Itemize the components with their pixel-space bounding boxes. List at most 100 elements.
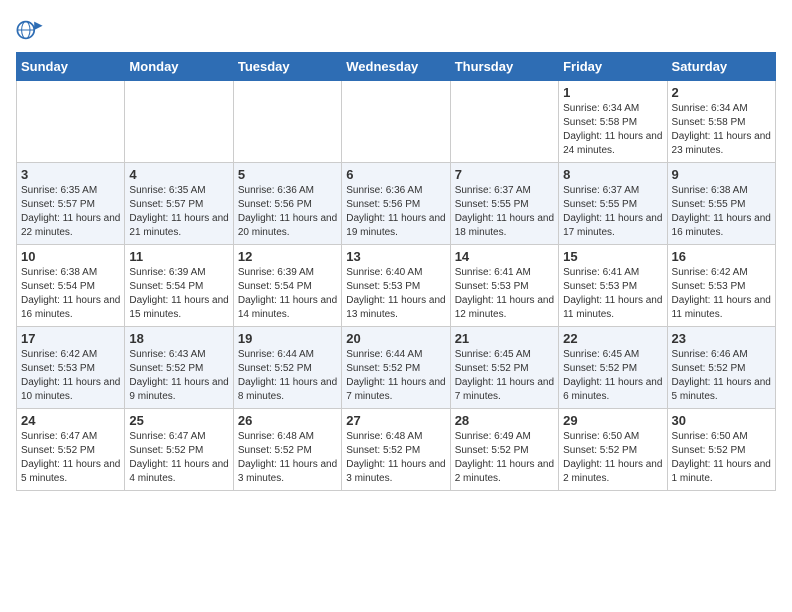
day-info: Sunrise: 6:41 AM Sunset: 5:53 PM Dayligh…: [563, 266, 662, 322]
calendar-cell: 22 Sunrise: 6:45 AM Sunset: 5:52 PM Dayli…: [559, 327, 667, 409]
day-info: Sunrise: 6:35 AM Sunset: 5:57 PM Dayligh…: [129, 184, 228, 240]
calendar-cell: 30 Sunrise: 6:50 AM Sunset: 5:52 PM Dayli…: [667, 409, 775, 491]
day-info: Sunrise: 6:39 AM Sunset: 5:54 PM Dayligh…: [129, 266, 228, 322]
day-info: Sunrise: 6:49 AM Sunset: 5:52 PM Dayligh…: [455, 430, 554, 486]
calendar-cell: 23 Sunrise: 6:46 AM Sunset: 5:52 PM Dayli…: [667, 327, 775, 409]
day-info: Sunrise: 6:37 AM Sunset: 5:55 PM Dayligh…: [455, 184, 554, 240]
calendar-cell: 11 Sunrise: 6:39 AM Sunset: 5:54 PM Dayli…: [125, 245, 233, 327]
day-number: 28: [455, 413, 554, 428]
day-info: Sunrise: 6:48 AM Sunset: 5:52 PM Dayligh…: [346, 430, 445, 486]
day-number: 18: [129, 331, 228, 346]
calendar-cell: 27 Sunrise: 6:48 AM Sunset: 5:52 PM Dayli…: [342, 409, 450, 491]
weekday-header: Monday: [125, 53, 233, 81]
day-info: Sunrise: 6:47 AM Sunset: 5:52 PM Dayligh…: [129, 430, 228, 486]
weekday-header: Friday: [559, 53, 667, 81]
day-info: Sunrise: 6:36 AM Sunset: 5:56 PM Dayligh…: [238, 184, 337, 240]
day-number: 27: [346, 413, 445, 428]
day-info: Sunrise: 6:42 AM Sunset: 5:53 PM Dayligh…: [21, 348, 120, 404]
day-number: 20: [346, 331, 445, 346]
calendar-cell: 4 Sunrise: 6:35 AM Sunset: 5:57 PM Daylig…: [125, 163, 233, 245]
calendar-cell: [342, 81, 450, 163]
day-info: Sunrise: 6:34 AM Sunset: 5:58 PM Dayligh…: [672, 102, 771, 158]
day-number: 9: [672, 167, 771, 182]
calendar-cell: 1 Sunrise: 6:34 AM Sunset: 5:58 PM Daylig…: [559, 81, 667, 163]
calendar-cell: [450, 81, 558, 163]
header: [16, 16, 776, 44]
calendar-cell: 10 Sunrise: 6:38 AM Sunset: 5:54 PM Dayli…: [17, 245, 125, 327]
weekday-header: Saturday: [667, 53, 775, 81]
day-number: 2: [672, 85, 771, 100]
day-number: 13: [346, 249, 445, 264]
day-number: 16: [672, 249, 771, 264]
day-number: 26: [238, 413, 337, 428]
day-info: Sunrise: 6:45 AM Sunset: 5:52 PM Dayligh…: [563, 348, 662, 404]
calendar-cell: 6 Sunrise: 6:36 AM Sunset: 5:56 PM Daylig…: [342, 163, 450, 245]
day-number: 8: [563, 167, 662, 182]
calendar-cell: 18 Sunrise: 6:43 AM Sunset: 5:52 PM Dayli…: [125, 327, 233, 409]
weekday-header: Wednesday: [342, 53, 450, 81]
day-number: 11: [129, 249, 228, 264]
day-info: Sunrise: 6:50 AM Sunset: 5:52 PM Dayligh…: [672, 430, 771, 486]
day-number: 21: [455, 331, 554, 346]
day-info: Sunrise: 6:44 AM Sunset: 5:52 PM Dayligh…: [346, 348, 445, 404]
calendar-cell: [233, 81, 341, 163]
calendar-cell: 29 Sunrise: 6:50 AM Sunset: 5:52 PM Dayli…: [559, 409, 667, 491]
day-number: 4: [129, 167, 228, 182]
weekday-header: Sunday: [17, 53, 125, 81]
day-info: Sunrise: 6:35 AM Sunset: 5:57 PM Dayligh…: [21, 184, 120, 240]
day-info: Sunrise: 6:36 AM Sunset: 5:56 PM Dayligh…: [346, 184, 445, 240]
calendar-table: SundayMondayTuesdayWednesdayThursdayFrid…: [16, 52, 776, 491]
day-info: Sunrise: 6:50 AM Sunset: 5:52 PM Dayligh…: [563, 430, 662, 486]
calendar-cell: 28 Sunrise: 6:49 AM Sunset: 5:52 PM Dayli…: [450, 409, 558, 491]
calendar-cell: 8 Sunrise: 6:37 AM Sunset: 5:55 PM Daylig…: [559, 163, 667, 245]
calendar-cell: 25 Sunrise: 6:47 AM Sunset: 5:52 PM Dayli…: [125, 409, 233, 491]
calendar-cell: 13 Sunrise: 6:40 AM Sunset: 5:53 PM Dayli…: [342, 245, 450, 327]
day-number: 22: [563, 331, 662, 346]
day-number: 7: [455, 167, 554, 182]
day-info: Sunrise: 6:38 AM Sunset: 5:54 PM Dayligh…: [21, 266, 120, 322]
day-info: Sunrise: 6:46 AM Sunset: 5:52 PM Dayligh…: [672, 348, 771, 404]
calendar-cell: 7 Sunrise: 6:37 AM Sunset: 5:55 PM Daylig…: [450, 163, 558, 245]
day-number: 1: [563, 85, 662, 100]
calendar-cell: 17 Sunrise: 6:42 AM Sunset: 5:53 PM Dayli…: [17, 327, 125, 409]
day-info: Sunrise: 6:37 AM Sunset: 5:55 PM Dayligh…: [563, 184, 662, 240]
day-number: 6: [346, 167, 445, 182]
calendar-cell: 26 Sunrise: 6:48 AM Sunset: 5:52 PM Dayli…: [233, 409, 341, 491]
day-number: 24: [21, 413, 120, 428]
weekday-header: Tuesday: [233, 53, 341, 81]
weekday-header: Thursday: [450, 53, 558, 81]
day-number: 25: [129, 413, 228, 428]
day-info: Sunrise: 6:48 AM Sunset: 5:52 PM Dayligh…: [238, 430, 337, 486]
calendar-cell: 2 Sunrise: 6:34 AM Sunset: 5:58 PM Daylig…: [667, 81, 775, 163]
calendar-cell: 3 Sunrise: 6:35 AM Sunset: 5:57 PM Daylig…: [17, 163, 125, 245]
day-info: Sunrise: 6:34 AM Sunset: 5:58 PM Dayligh…: [563, 102, 662, 158]
day-number: 5: [238, 167, 337, 182]
day-number: 3: [21, 167, 120, 182]
logo: [16, 16, 48, 44]
day-number: 30: [672, 413, 771, 428]
calendar-cell: 12 Sunrise: 6:39 AM Sunset: 5:54 PM Dayli…: [233, 245, 341, 327]
calendar-cell: 9Sunrise: 6:38 AM Sunset: 5:55 PM Daylig…: [667, 163, 775, 245]
day-number: 14: [455, 249, 554, 264]
calendar-cell: 5 Sunrise: 6:36 AM Sunset: 5:56 PM Daylig…: [233, 163, 341, 245]
day-number: 23: [672, 331, 771, 346]
day-number: 10: [21, 249, 120, 264]
calendar-cell: 14 Sunrise: 6:41 AM Sunset: 5:53 PM Dayli…: [450, 245, 558, 327]
calendar-cell: 19Sunrise: 6:44 AM Sunset: 5:52 PM Dayli…: [233, 327, 341, 409]
calendar-cell: 24Sunrise: 6:47 AM Sunset: 5:52 PM Dayli…: [17, 409, 125, 491]
day-number: 29: [563, 413, 662, 428]
calendar-cell: [125, 81, 233, 163]
day-info: Sunrise: 6:43 AM Sunset: 5:52 PM Dayligh…: [129, 348, 228, 404]
day-number: 17: [21, 331, 120, 346]
day-info: Sunrise: 6:45 AM Sunset: 5:52 PM Dayligh…: [455, 348, 554, 404]
day-number: 12: [238, 249, 337, 264]
logo-icon: [16, 16, 44, 44]
calendar-cell: 20 Sunrise: 6:44 AM Sunset: 5:52 PM Dayli…: [342, 327, 450, 409]
day-info: Sunrise: 6:40 AM Sunset: 5:53 PM Dayligh…: [346, 266, 445, 322]
calendar-cell: 15Sunrise: 6:41 AM Sunset: 5:53 PM Dayli…: [559, 245, 667, 327]
day-info: Sunrise: 6:42 AM Sunset: 5:53 PM Dayligh…: [672, 266, 771, 322]
day-info: Sunrise: 6:39 AM Sunset: 5:54 PM Dayligh…: [238, 266, 337, 322]
day-info: Sunrise: 6:41 AM Sunset: 5:53 PM Dayligh…: [455, 266, 554, 322]
calendar-cell: 16 Sunrise: 6:42 AM Sunset: 5:53 PM Dayli…: [667, 245, 775, 327]
day-info: Sunrise: 6:44 AM Sunset: 5:52 PM Dayligh…: [238, 348, 337, 404]
